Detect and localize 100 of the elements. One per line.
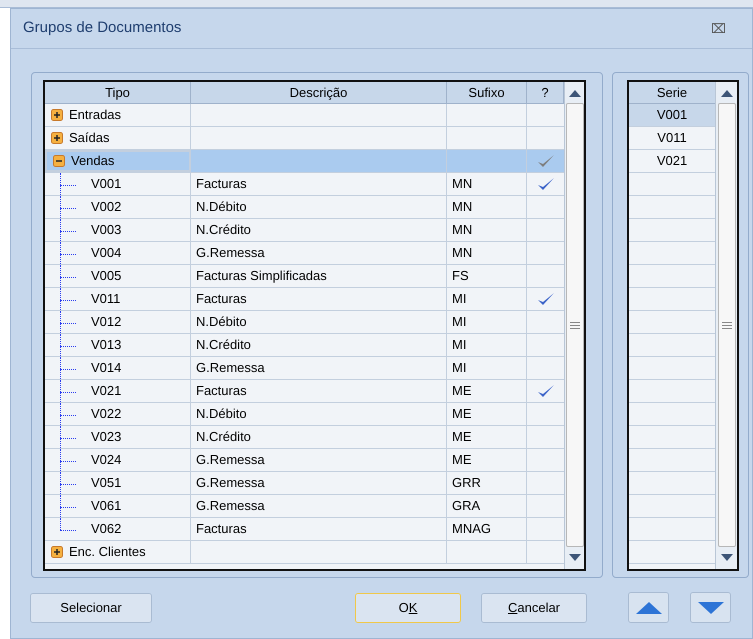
group-label: Saídas bbox=[69, 129, 110, 148]
checkmark-icon[interactable] bbox=[536, 176, 554, 192]
table-row[interactable]: V061 G.Remessa GRA bbox=[45, 495, 564, 518]
window-title: Grupos de Documentos bbox=[23, 18, 182, 38]
table-cell-text: Facturas bbox=[196, 520, 247, 538]
table-cell-text: Facturas Simplificadas bbox=[196, 267, 327, 286]
table-cell-text: V004 bbox=[91, 244, 122, 262]
arrow-down-icon bbox=[698, 602, 724, 614]
table-cell-text: V013 bbox=[91, 336, 122, 354]
table-row[interactable]: V001 Facturas MN bbox=[45, 173, 564, 196]
group-label: Entradas bbox=[69, 106, 122, 124]
table-cell-text: ME bbox=[452, 428, 472, 446]
table-cell-text: V023 bbox=[91, 428, 122, 446]
expand-icon[interactable] bbox=[51, 546, 63, 558]
table-cell-text: V024 bbox=[91, 451, 122, 470]
table-row[interactable]: V051 G.Remessa GRR bbox=[45, 472, 564, 495]
table-row[interactable]: V022 N.Débito ME bbox=[45, 403, 564, 426]
scroll-thumb[interactable] bbox=[566, 103, 584, 547]
table-cell-text: FS bbox=[452, 267, 469, 286]
scroll-down-icon[interactable] bbox=[568, 554, 580, 561]
arrow-up-icon bbox=[636, 602, 662, 614]
table-cell-text: MI bbox=[452, 359, 466, 378]
table-cell-text: G.Remessa bbox=[196, 359, 265, 378]
scroll-up-icon[interactable] bbox=[568, 90, 580, 97]
column-header[interactable]: Tipo bbox=[45, 82, 191, 103]
table-row[interactable]: V012 N.Débito MI bbox=[45, 311, 564, 334]
table-cell-text: Facturas bbox=[196, 290, 247, 308]
scroll-down-icon[interactable] bbox=[720, 554, 732, 561]
table-cell-text: G.Remessa bbox=[196, 244, 265, 262]
table-cell-text: N.Débito bbox=[196, 313, 247, 332]
column-header[interactable]: Serie bbox=[629, 82, 715, 104]
table-cell-text: V061 bbox=[91, 497, 122, 516]
table-row[interactable]: V062 Facturas MNAG bbox=[45, 518, 564, 541]
scroll-up-icon[interactable] bbox=[720, 90, 732, 97]
table-row[interactable]: V003 N.Crédito MN bbox=[45, 219, 564, 242]
table-cell-text: GRR bbox=[452, 474, 481, 492]
table-cell-text: ME bbox=[452, 405, 472, 424]
group-label: Vendas bbox=[71, 152, 114, 170]
table-cell-text: MN bbox=[452, 175, 472, 194]
expand-icon[interactable] bbox=[51, 132, 63, 144]
list-item[interactable]: V001 bbox=[629, 104, 715, 127]
dialog-button[interactable]: Selecionar bbox=[30, 592, 152, 622]
table-cell-text: V011 bbox=[91, 290, 120, 308]
table-cell-text: MI bbox=[452, 313, 466, 332]
table-row[interactable]: Enc. Clientes bbox=[45, 541, 564, 564]
table-row[interactable]: V005 Facturas Simplificadas FS bbox=[45, 265, 564, 288]
dialog-button[interactable]: Cancelar bbox=[481, 592, 587, 622]
table-cell-text: G.Remessa bbox=[196, 497, 265, 516]
column-header[interactable]: Sufixo bbox=[447, 82, 527, 103]
checkmark-icon[interactable] bbox=[536, 292, 554, 306]
table-row[interactable]: V002 N.Débito MN bbox=[45, 196, 564, 219]
checkmark-icon[interactable] bbox=[536, 154, 554, 168]
expand-icon[interactable] bbox=[51, 109, 63, 121]
table-cell-text: V062 bbox=[91, 520, 122, 538]
scrollbar[interactable] bbox=[564, 82, 584, 569]
table-row[interactable]: V011 Facturas MI bbox=[45, 288, 564, 311]
table-cell-text: MN bbox=[452, 198, 472, 216]
table-cell-text: N.Débito bbox=[196, 405, 247, 424]
table-cell-text: V022 bbox=[91, 405, 122, 424]
table-cell-text: MN bbox=[452, 244, 472, 262]
table-cell-text: V001 bbox=[91, 175, 122, 194]
table-cell-text: V012 bbox=[91, 313, 122, 332]
table-cell-text: N.Débito bbox=[196, 198, 247, 216]
move-up-button[interactable] bbox=[628, 592, 669, 623]
grip-icon bbox=[570, 322, 580, 328]
table-row[interactable]: Vendas bbox=[45, 150, 564, 173]
table-row[interactable]: V013 N.Crédito MI bbox=[45, 334, 564, 357]
close-button[interactable]: ⌧ bbox=[711, 18, 726, 38]
collapse-icon[interactable] bbox=[53, 155, 65, 167]
table-row[interactable]: Entradas bbox=[45, 104, 564, 127]
table-cell-text: Facturas bbox=[196, 382, 247, 400]
grip-icon bbox=[722, 322, 732, 328]
table-cell-text: MN bbox=[452, 221, 472, 240]
table-cell-text: V021 bbox=[91, 382, 122, 400]
table-cell-text: V002 bbox=[91, 198, 122, 216]
table-cell-text: V005 bbox=[91, 267, 122, 286]
table-cell-text: N.Crédito bbox=[196, 428, 251, 446]
table-cell-text: V003 bbox=[91, 221, 122, 240]
table-cell-text: V014 bbox=[91, 359, 122, 378]
table-row[interactable]: V021 Facturas ME bbox=[45, 380, 564, 403]
table-cell-text: MI bbox=[452, 290, 466, 308]
table-cell-text: ME bbox=[452, 382, 472, 400]
table-row[interactable]: V023 N.Crédito ME bbox=[45, 426, 564, 449]
table-cell-text: N.Crédito bbox=[196, 336, 251, 354]
move-down-button[interactable] bbox=[690, 592, 731, 623]
table-cell-text: Facturas bbox=[196, 175, 247, 194]
checkmark-icon[interactable] bbox=[536, 384, 554, 398]
table-row[interactable]: V014 G.Remessa MI bbox=[45, 357, 564, 380]
group-label: Enc. Clientes bbox=[69, 543, 146, 562]
scroll-thumb[interactable] bbox=[718, 103, 736, 547]
table-cell-text: G.Remessa bbox=[196, 451, 265, 470]
table-cell-text: G.Remessa bbox=[196, 474, 265, 492]
table-cell-text: GRA bbox=[452, 497, 480, 516]
table-cell-text: V051 bbox=[91, 474, 122, 492]
table-row[interactable]: V024 G.Remessa ME bbox=[45, 449, 564, 472]
dialog-button[interactable]: OK bbox=[355, 592, 461, 622]
column-header[interactable]: Descrição bbox=[191, 82, 447, 103]
table-cell-text: MNAG bbox=[452, 520, 491, 538]
table-row[interactable]: V004 G.Remessa MN bbox=[45, 242, 564, 265]
scrollbar[interactable] bbox=[715, 82, 737, 569]
